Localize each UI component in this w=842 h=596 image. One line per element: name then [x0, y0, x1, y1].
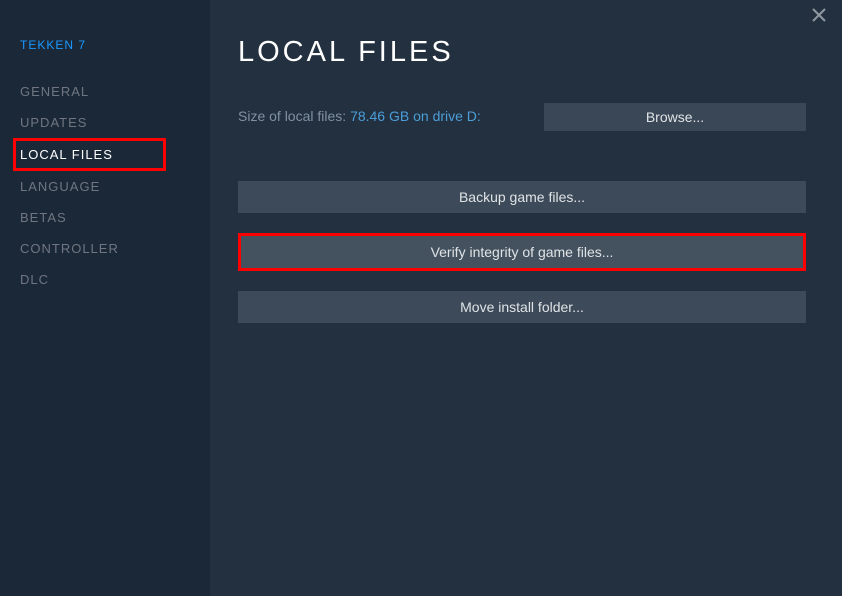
sidebar-item-general[interactable]: GENERAL: [20, 76, 190, 107]
buttons-area: Backup game files... Verify integrity of…: [238, 179, 806, 323]
backup-button[interactable]: Backup game files...: [238, 181, 806, 213]
sidebar-item-local-files[interactable]: LOCAL FILES: [20, 147, 113, 162]
close-icon[interactable]: [812, 8, 826, 26]
highlight-verify: Verify integrity of game files...: [238, 233, 806, 271]
highlight-local-files: LOCAL FILES: [13, 138, 166, 171]
main-panel: LOCAL FILES Size of local files: 78.46 G…: [210, 0, 842, 596]
size-label: Size of local files:: [238, 108, 350, 124]
game-title: TEKKEN 7: [20, 38, 190, 52]
sidebar: TEKKEN 7 GENERAL UPDATES LOCAL FILES LAN…: [0, 0, 210, 596]
move-button[interactable]: Move install folder...: [238, 291, 806, 323]
sidebar-item-betas[interactable]: BETAS: [20, 202, 190, 233]
sidebar-item-updates[interactable]: UPDATES: [20, 107, 190, 138]
sidebar-item-dlc[interactable]: DLC: [20, 264, 190, 295]
browse-button[interactable]: Browse...: [544, 103, 806, 131]
page-title: LOCAL FILES: [238, 36, 806, 69]
sidebar-item-controller[interactable]: CONTROLLER: [20, 233, 190, 264]
size-row: Size of local files: 78.46 GB on drive D…: [238, 103, 806, 131]
size-text-wrapper: Size of local files: 78.46 GB on drive D…: [238, 108, 481, 126]
size-value: 78.46 GB on drive D:: [350, 108, 481, 124]
verify-button[interactable]: Verify integrity of game files...: [241, 236, 803, 268]
sidebar-item-language[interactable]: LANGUAGE: [20, 171, 190, 202]
